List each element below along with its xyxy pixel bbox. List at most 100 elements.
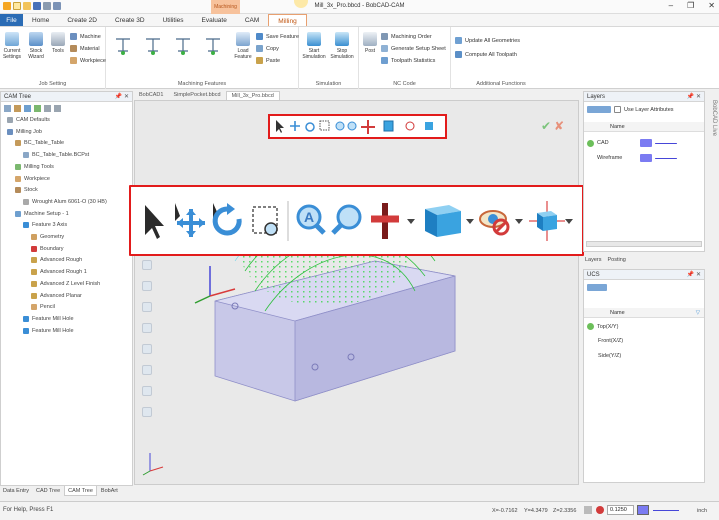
tree-item[interactable]: Milling Job: [7, 128, 42, 135]
tree-tool-icon[interactable]: [34, 105, 41, 112]
tree-tool-icon[interactable]: [24, 105, 31, 112]
tree-item[interactable]: BC_Table_Table.BCPst: [23, 152, 89, 159]
view-tool-icon[interactable]: [142, 407, 152, 417]
zoom-window-icon[interactable]: [252, 206, 278, 236]
tree-item[interactable]: Advanced Rough 1: [31, 269, 87, 276]
paste-button[interactable]: Paste: [256, 57, 280, 64]
rotate-icon[interactable]: [305, 122, 315, 132]
tab-milling[interactable]: Milling: [268, 14, 307, 26]
view-tool-icon[interactable]: [142, 302, 152, 312]
doc-tab[interactable]: BobCAD1: [134, 91, 168, 100]
shading-icon[interactable]: [425, 122, 433, 130]
tab-file[interactable]: File: [0, 14, 23, 26]
tree-tool-icon[interactable]: [44, 105, 51, 112]
view-tool-icon[interactable]: [142, 281, 152, 291]
start-simulation-button[interactable]: Start Simulation: [301, 32, 327, 60]
pin-icon[interactable]: 📌 ✕: [115, 92, 129, 102]
tree-item[interactable]: Feature Mill Hole: [23, 315, 74, 322]
zoom-icon[interactable]: [347, 121, 357, 131]
tree-item[interactable]: Feature 3 Axis: [23, 222, 67, 229]
3d-viewport[interactable]: ✔ ✘: [134, 100, 579, 485]
zoom-window-icon[interactable]: [319, 120, 330, 131]
tree-item[interactable]: Feature Mill Hole: [23, 327, 74, 334]
view-tool-icon[interactable]: [142, 344, 152, 354]
generate-setup-sheet-button[interactable]: Generate Setup Sheet: [381, 45, 446, 52]
view-tool-icon[interactable]: [142, 260, 152, 270]
post-button[interactable]: Post: [361, 32, 379, 54]
tree-item[interactable]: Workpiece: [15, 175, 50, 182]
layer-color-swatch[interactable]: [640, 154, 652, 162]
pan-icon[interactable]: [290, 121, 300, 131]
zoom-fit-icon[interactable]: [335, 121, 345, 131]
view-cube-icon[interactable]: [425, 205, 474, 237]
restore-icon[interactable]: ❐: [687, 1, 694, 10]
view-cube-icon[interactable]: [383, 120, 394, 132]
cancel-icon[interactable]: ✘: [554, 119, 564, 133]
tab-cam[interactable]: CAM: [236, 14, 268, 26]
close-icon[interactable]: ✕: [708, 1, 715, 10]
machining-order-button[interactable]: Machining Order: [381, 33, 432, 40]
visible-icon[interactable]: [587, 155, 594, 162]
tab-data-entry[interactable]: Data Entry: [0, 486, 32, 496]
color-picker[interactable]: [637, 505, 649, 515]
machine-button[interactable]: Machine: [70, 33, 101, 40]
tree-item[interactable]: CAM Defaults: [7, 117, 50, 123]
bobcad-live-tab[interactable]: BobCAD Live: [707, 100, 717, 220]
line-style-dropdown[interactable]: [655, 157, 677, 159]
tab-cad-tree[interactable]: CAD Tree: [33, 486, 63, 496]
workpiece-button[interactable]: Workpiece: [70, 57, 106, 64]
cross-section-icon[interactable]: [361, 120, 375, 134]
tab-create-3d[interactable]: Create 3D: [106, 14, 154, 26]
save-feature-button[interactable]: Save Feature: [256, 33, 299, 40]
doc-tab-active[interactable]: Mill_3x_Pro.bbcd: [225, 91, 280, 100]
toolpath-statistics-button[interactable]: Toolpath Statistics: [381, 57, 435, 64]
check-icon[interactable]: ✔: [541, 119, 551, 133]
pin-icon[interactable]: 📌 ✕: [687, 270, 701, 280]
compute-all-toolpath-button[interactable]: Compute All Toolpath: [455, 51, 517, 58]
layer-color-swatch[interactable]: [640, 139, 652, 147]
snap-icon[interactable]: [584, 506, 592, 514]
tree-tool-icon[interactable]: [4, 105, 11, 112]
ucs-row-side[interactable]: Side(Y/Z): [598, 353, 621, 359]
tree-item[interactable]: Milling Tools: [15, 163, 54, 170]
tab-evaluate[interactable]: Evaluate: [193, 14, 236, 26]
tab-utilities[interactable]: Utilities: [154, 14, 193, 26]
tree-item[interactable]: Advanced Z Level Finish: [31, 280, 100, 287]
stock-wizard-button[interactable]: Stock Wizard: [26, 32, 46, 60]
pin-icon[interactable]: 📌 ✕: [687, 92, 701, 102]
tab-cam-tree[interactable]: CAM Tree: [64, 486, 97, 496]
grid-icon[interactable]: [596, 506, 604, 514]
view-tool-icon[interactable]: [142, 365, 152, 375]
visibility-icon[interactable]: [479, 210, 523, 236]
tab-layers[interactable]: Layers: [585, 257, 602, 263]
zoom-fit-icon[interactable]: A: [296, 204, 326, 235]
precision-input[interactable]: 0.1250: [607, 505, 634, 515]
tree-item[interactable]: Stock: [15, 187, 38, 194]
horizontal-scrollbar[interactable]: [586, 241, 702, 247]
shading-icon[interactable]: [529, 201, 573, 241]
tree-item[interactable]: Geometry: [31, 234, 64, 240]
layer-row-cad[interactable]: CAD: [587, 139, 677, 147]
ucs-row-top[interactable]: Top(X/Y): [587, 323, 618, 330]
tools-button[interactable]: Tools: [49, 32, 67, 54]
load-feature-button[interactable]: Load Feature: [232, 32, 254, 60]
select-icon[interactable]: [145, 205, 164, 239]
tree-tool-icon[interactable]: [14, 105, 21, 112]
line-style-picker[interactable]: [653, 510, 679, 511]
copy-button[interactable]: Copy: [256, 45, 279, 52]
rotate-icon[interactable]: [212, 203, 242, 236]
unit-select[interactable]: inch: [697, 508, 707, 514]
doc-tab[interactable]: SimplePocket.bbcd: [168, 91, 225, 100]
tree-item[interactable]: Advanced Rough: [31, 257, 82, 264]
pan-icon[interactable]: [175, 203, 205, 237]
feature-icons[interactable]: [112, 35, 224, 57]
stop-simulation-button[interactable]: Stop Simulation: [329, 32, 355, 60]
ucs-row-front[interactable]: Front(X/Z): [598, 338, 623, 344]
layer-row-wireframe[interactable]: Wireframe: [587, 154, 677, 162]
view-tool-icon[interactable]: [142, 323, 152, 333]
tree-item[interactable]: Pencil: [31, 304, 55, 311]
zoom-previous-icon[interactable]: [331, 204, 362, 235]
tab-home[interactable]: Home: [23, 14, 58, 26]
visible-icon[interactable]: [587, 139, 594, 147]
minimize-icon[interactable]: –: [669, 1, 673, 10]
